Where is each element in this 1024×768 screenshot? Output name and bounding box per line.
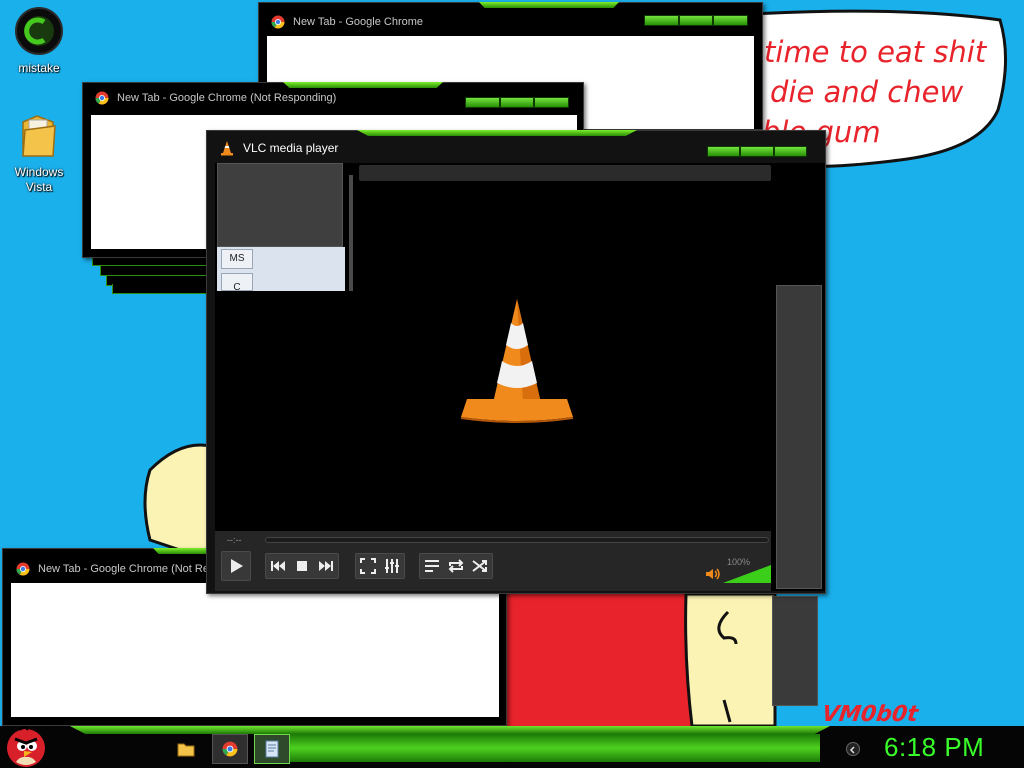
window-title: New Tab - Google Chrome (Not Re bbox=[38, 563, 209, 575]
speaker-icon[interactable] bbox=[705, 567, 721, 581]
maximize-button[interactable] bbox=[500, 98, 534, 107]
window-stack-edge bbox=[112, 284, 210, 294]
playlist-controls bbox=[419, 553, 493, 579]
chevron-left-icon bbox=[849, 746, 855, 754]
window-stack-edge bbox=[100, 266, 210, 276]
play-button[interactable] bbox=[221, 551, 251, 581]
vlc-window[interactable]: VLC media player MS C --:-- 100% bbox=[206, 130, 826, 594]
vlc-side-panel bbox=[776, 285, 822, 589]
time-label: --:-- bbox=[227, 535, 242, 545]
vlc-controls: --:-- 100% bbox=[215, 531, 771, 591]
chrome-icon bbox=[16, 562, 30, 576]
taskbar-item-chrome[interactable] bbox=[212, 734, 248, 764]
playlist-button[interactable] bbox=[420, 554, 444, 578]
playlist-icon bbox=[425, 560, 439, 572]
previous-button[interactable] bbox=[266, 554, 290, 578]
clock[interactable]: 6:18 PM bbox=[884, 732, 984, 763]
play-icon bbox=[231, 559, 243, 573]
vlc-cone-icon bbox=[221, 141, 233, 156]
volume-slider[interactable] bbox=[723, 565, 771, 583]
window-controls bbox=[465, 97, 569, 108]
window-controls bbox=[707, 146, 807, 157]
speech-line-2: die and chew bbox=[770, 75, 964, 109]
extended-settings-button[interactable] bbox=[380, 554, 404, 578]
shuffle-button[interactable] bbox=[468, 554, 492, 578]
tray-arrow-button[interactable] bbox=[846, 742, 860, 756]
minimize-button[interactable] bbox=[645, 16, 678, 25]
window-controls bbox=[644, 15, 748, 26]
shuffle-icon bbox=[472, 560, 487, 572]
window-title: New Tab - Google Chrome (Not Responding) bbox=[117, 92, 337, 104]
leftover-panel: MS C bbox=[215, 163, 353, 291]
desktop-icon-mistake[interactable]: mistake bbox=[1, 6, 77, 76]
taskbar: 6:18 PM bbox=[0, 726, 1024, 768]
panel-divider bbox=[349, 175, 353, 291]
chrome-icon bbox=[271, 15, 285, 29]
equalizer-icon bbox=[385, 559, 399, 573]
taskbar-item-app[interactable] bbox=[254, 734, 290, 764]
vlc-top-strip bbox=[359, 165, 771, 181]
fullscreen-button[interactable] bbox=[356, 554, 380, 578]
video-area[interactable]: MS C bbox=[215, 163, 825, 591]
chrome-icon bbox=[95, 91, 109, 105]
panel-gray bbox=[217, 163, 343, 247]
start-button[interactable] bbox=[0, 724, 56, 768]
speech-line-1: time to eat shit bbox=[764, 35, 987, 69]
window-title: VLC media player bbox=[243, 141, 339, 155]
gray-panel bbox=[772, 596, 818, 706]
panel-button-c[interactable]: C bbox=[221, 273, 253, 291]
close-button[interactable] bbox=[535, 98, 569, 107]
stop-button[interactable] bbox=[290, 554, 314, 578]
angry-bird-icon bbox=[7, 726, 45, 767]
minimize-button[interactable] bbox=[466, 98, 499, 107]
previous-icon bbox=[271, 561, 285, 571]
desktop-icon-windows-vista[interactable]: Windows Vista bbox=[1, 112, 77, 195]
folder-icon bbox=[22, 115, 56, 157]
minimize-button[interactable] bbox=[708, 147, 740, 156]
maximize-button[interactable] bbox=[679, 16, 713, 25]
next-button[interactable] bbox=[314, 554, 338, 578]
vlc-cone-logo bbox=[461, 299, 573, 423]
maximize-button[interactable] bbox=[741, 147, 773, 156]
taskbar-glow bbox=[70, 726, 830, 734]
taskbar-strip bbox=[290, 734, 820, 762]
chrome-icon bbox=[222, 741, 238, 757]
cd-icon bbox=[15, 7, 63, 55]
desktop-icon-label: mistake bbox=[18, 61, 60, 75]
close-button[interactable] bbox=[714, 16, 748, 25]
stop-icon bbox=[297, 561, 307, 571]
loop-button[interactable] bbox=[444, 554, 468, 578]
app-window-icon bbox=[265, 740, 279, 758]
panel-button-ms[interactable]: MS bbox=[221, 249, 253, 269]
folder-icon bbox=[177, 743, 195, 757]
taskbar-item-folder[interactable] bbox=[168, 734, 204, 764]
loop-icon bbox=[448, 559, 464, 573]
seek-bar[interactable] bbox=[265, 537, 769, 543]
volume-fill bbox=[723, 565, 771, 583]
next-icon bbox=[319, 561, 333, 571]
window-title: New Tab - Google Chrome bbox=[293, 16, 424, 28]
fullscreen-icon bbox=[360, 558, 376, 574]
playback-controls bbox=[265, 553, 339, 579]
desktop-icon-label: Windows Vista bbox=[14, 165, 64, 194]
window-content[interactable] bbox=[11, 583, 499, 717]
view-controls bbox=[355, 553, 405, 579]
close-button[interactable] bbox=[774, 147, 806, 156]
signature-text: VM0b0t bbox=[820, 702, 920, 727]
